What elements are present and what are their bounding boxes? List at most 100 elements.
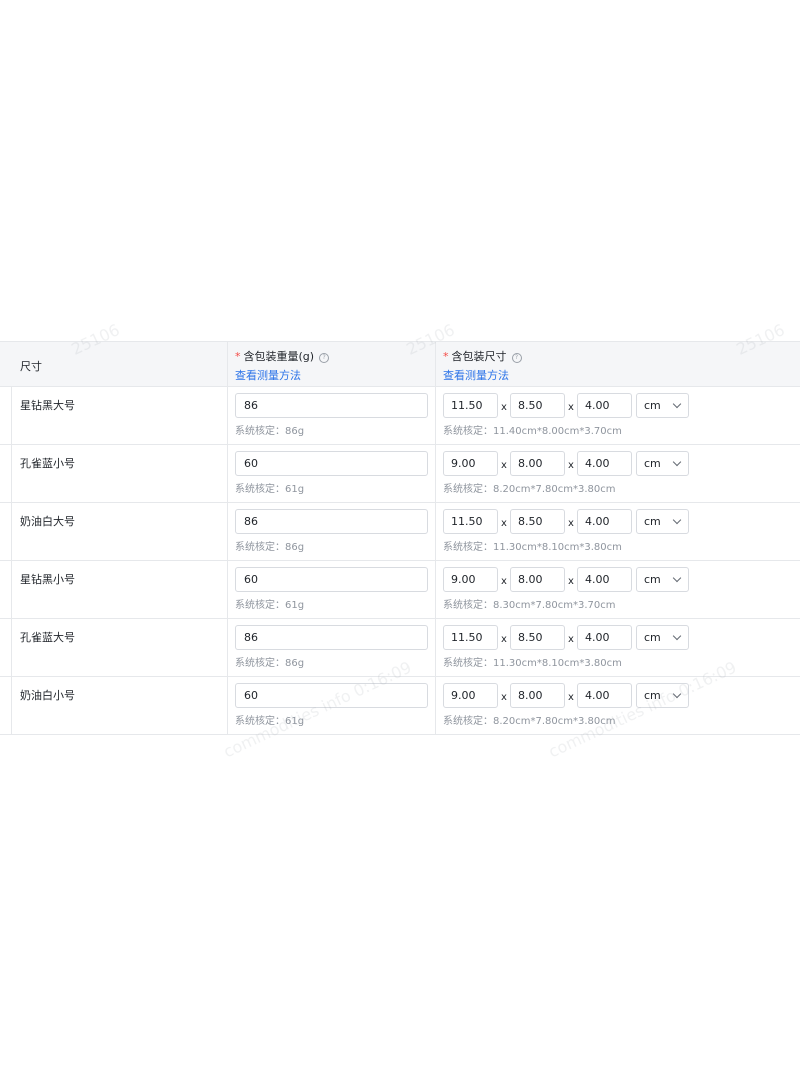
dims-separator: x <box>501 692 507 703</box>
table-row: 星钻黑大号 86 系统核定：86g 11.50 x 8.50 x 4.00 cm… <box>0 387 800 445</box>
table-row: 孔雀蓝小号 60 系统核定：61g 9.00 x 8.00 x 4.00 cm … <box>0 445 800 503</box>
question-circle-icon[interactable]: ? <box>511 353 522 363</box>
variant-name: 星钻黑小号 <box>20 573 75 586</box>
chevron-down-icon <box>672 515 682 525</box>
weight-cell: 60 系统核定：61g <box>227 561 435 619</box>
weight-input[interactable]: 86 <box>235 393 428 418</box>
required-mark: * <box>235 350 241 363</box>
weight-input[interactable]: 86 <box>235 509 428 534</box>
variant-name: 孔雀蓝小号 <box>20 457 75 470</box>
width-input[interactable]: 8.50 <box>510 509 565 534</box>
package-spec-table: 尺寸 * 含包装重量(g)? 查看测量方法 * 含包装尺寸? 查看测量方法 星钻黑大… <box>0 341 800 735</box>
required-mark: * <box>443 350 449 363</box>
table-row: 奶油白大号 86 系统核定：86g 11.50 x 8.50 x 4.00 cm… <box>0 503 800 561</box>
dims-cell: 11.50 x 8.50 x 4.00 cm 系统核定：11.30cm*8.10… <box>435 619 800 677</box>
column-header-dims: * 含包装尺寸? 查看测量方法 <box>435 342 800 387</box>
width-input[interactable]: 8.50 <box>510 393 565 418</box>
variant-name: 星钻黑大号 <box>20 399 75 412</box>
chevron-down-icon <box>672 689 682 699</box>
height-input[interactable]: 4.00 <box>577 509 632 534</box>
dims-separator: x <box>568 460 574 471</box>
dims-separator: x <box>568 634 574 645</box>
unit-select[interactable]: cm <box>636 683 689 708</box>
unit-value: cm <box>644 457 661 470</box>
column-header-weight: * 含包装重量(g)? 查看测量方法 <box>227 342 435 387</box>
unit-select[interactable]: cm <box>636 393 689 418</box>
weight-cell: 60 系统核定：61g <box>227 445 435 503</box>
weight-system-hint: 系统核定：61g <box>235 716 305 727</box>
size-cell: 奶油白小号 <box>12 677 227 735</box>
weight-system-hint: 系统核定：86g <box>235 426 305 437</box>
weight-input[interactable]: 60 <box>235 683 428 708</box>
height-input[interactable]: 4.00 <box>577 567 632 592</box>
dims-separator: x <box>501 460 507 471</box>
weight-cell: 86 系统核定：86g <box>227 619 435 677</box>
measure-method-link[interactable]: 查看测量方法 <box>443 367 800 383</box>
size-cell: 孔雀蓝小号 <box>12 445 227 503</box>
measure-method-link[interactable]: 查看测量方法 <box>235 367 435 383</box>
dims-system-hint: 系统核定：11.30cm*8.10cm*3.80cm <box>443 542 622 553</box>
weight-input[interactable]: 60 <box>235 451 428 476</box>
table-row: 星钻黑小号 60 系统核定：61g 9.00 x 8.00 x 4.00 cm … <box>0 561 800 619</box>
dims-separator: x <box>568 576 574 587</box>
dims-system-hint: 系统核定：11.40cm*8.00cm*3.70cm <box>443 426 622 437</box>
width-input[interactable]: 8.50 <box>510 625 565 650</box>
weight-cell: 86 系统核定：86g <box>227 503 435 561</box>
height-input[interactable]: 4.00 <box>577 393 632 418</box>
column-header-size: 尺寸 <box>20 360 42 373</box>
height-input[interactable]: 4.00 <box>577 683 632 708</box>
chevron-down-icon <box>672 399 682 409</box>
length-input[interactable]: 9.00 <box>443 683 498 708</box>
weight-system-hint: 系统核定：61g <box>235 600 305 611</box>
size-cell: 星钻黑小号 <box>12 561 227 619</box>
length-input[interactable]: 9.00 <box>443 451 498 476</box>
table-header: 尺寸 * 含包装重量(g)? 查看测量方法 * 含包装尺寸? 查看测量方法 <box>0 342 800 387</box>
dims-separator: x <box>501 576 507 587</box>
dims-cell: 11.50 x 8.50 x 4.00 cm 系统核定：11.30cm*8.10… <box>435 503 800 561</box>
unit-value: cm <box>644 573 661 586</box>
dims-separator: x <box>501 518 507 529</box>
dims-separator: x <box>568 518 574 529</box>
dims-separator: x <box>568 402 574 413</box>
length-input[interactable]: 11.50 <box>443 509 498 534</box>
dims-separator: x <box>501 402 507 413</box>
dims-system-hint: 系统核定：8.30cm*7.80cm*3.70cm <box>443 600 616 611</box>
height-input[interactable]: 4.00 <box>577 451 632 476</box>
weight-input[interactable]: 60 <box>235 567 428 592</box>
table-row: 奶油白小号 60 系统核定：61g 9.00 x 8.00 x 4.00 cm … <box>0 677 800 735</box>
variant-name: 奶油白小号 <box>20 689 75 702</box>
chevron-down-icon <box>672 457 682 467</box>
width-input[interactable]: 8.00 <box>510 451 565 476</box>
unit-value: cm <box>644 399 661 412</box>
unit-select[interactable]: cm <box>636 451 689 476</box>
unit-value: cm <box>644 515 661 528</box>
dims-header-label: 含包装尺寸 <box>451 350 507 363</box>
unit-select[interactable]: cm <box>636 625 689 650</box>
variant-name: 奶油白大号 <box>20 515 75 528</box>
page: 尺寸 * 含包装重量(g)? 查看测量方法 * 含包装尺寸? 查看测量方法 星钻黑大… <box>0 0 800 1090</box>
weight-input[interactable]: 86 <box>235 625 428 650</box>
table-body: 星钻黑大号 86 系统核定：86g 11.50 x 8.50 x 4.00 cm… <box>0 387 800 735</box>
unit-value: cm <box>644 689 661 702</box>
length-input[interactable]: 11.50 <box>443 625 498 650</box>
dims-cell: 9.00 x 8.00 x 4.00 cm 系统核定：8.20cm*7.80cm… <box>435 677 800 735</box>
dims-cell: 9.00 x 8.00 x 4.00 cm 系统核定：8.20cm*7.80cm… <box>435 445 800 503</box>
chevron-down-icon <box>672 631 682 641</box>
dims-system-hint: 系统核定：8.20cm*7.80cm*3.80cm <box>443 484 616 495</box>
size-cell: 孔雀蓝大号 <box>12 619 227 677</box>
unit-select[interactable]: cm <box>636 567 689 592</box>
length-input[interactable]: 11.50 <box>443 393 498 418</box>
height-input[interactable]: 4.00 <box>577 625 632 650</box>
unit-select[interactable]: cm <box>636 509 689 534</box>
dims-cell: 9.00 x 8.00 x 4.00 cm 系统核定：8.30cm*7.80cm… <box>435 561 800 619</box>
width-input[interactable]: 8.00 <box>510 567 565 592</box>
chevron-down-icon <box>672 573 682 583</box>
question-circle-icon[interactable]: ? <box>319 353 330 363</box>
weight-system-hint: 系统核定：61g <box>235 484 305 495</box>
dims-system-hint: 系统核定：11.30cm*8.10cm*3.80cm <box>443 658 622 669</box>
weight-cell: 86 系统核定：86g <box>227 387 435 445</box>
dims-separator: x <box>501 634 507 645</box>
length-input[interactable]: 9.00 <box>443 567 498 592</box>
variant-name: 孔雀蓝大号 <box>20 631 75 644</box>
width-input[interactable]: 8.00 <box>510 683 565 708</box>
